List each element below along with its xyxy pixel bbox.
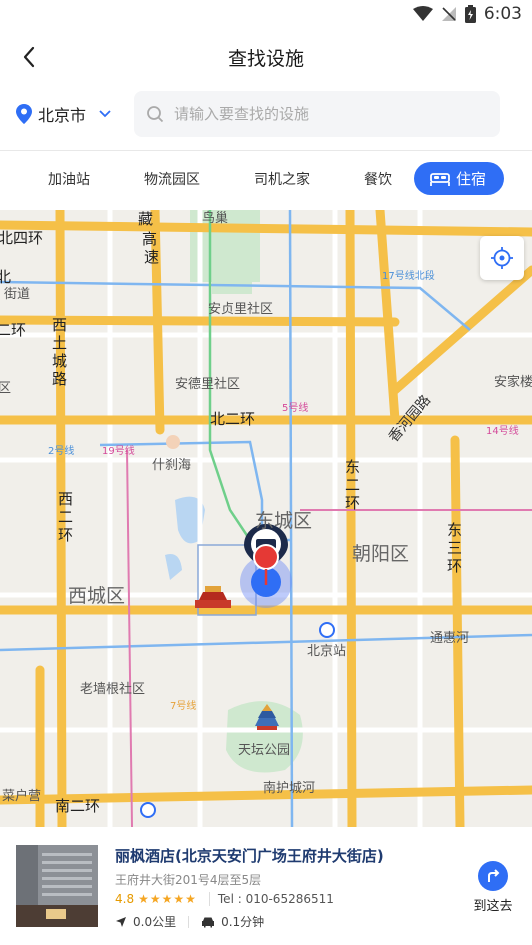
map-label-shichahai: 什刹海 (152, 458, 191, 473)
map-label-dongsanhuan-2: 三 (447, 539, 462, 557)
map-label-gao: 高 (142, 230, 157, 248)
map-label-anjiarou: 安家楼 (494, 374, 532, 390)
map-label-xitucheng-1: 西 (52, 316, 67, 334)
wifi-icon (412, 6, 433, 21)
lake (165, 554, 182, 580)
navigate-button[interactable]: 到这去 (470, 861, 516, 914)
map-label-dongsanhuan-3: 环 (447, 557, 462, 575)
locate-button[interactable] (480, 236, 524, 280)
map-label-dongerhuan-2: 二 (345, 476, 360, 494)
car-icon (202, 917, 215, 927)
poi-meta-row: 0.0公里 0.1分钟 (115, 913, 264, 930)
map-label-anzhenli: 安贞里社区 (208, 301, 273, 317)
map-label-line2: 2号线 (48, 444, 74, 457)
divider (188, 915, 190, 928)
poi-rating-row: 4.8 ★★★★★ Tel : 010-65286511 (115, 892, 334, 906)
map-label-qu-left: 区 (0, 381, 11, 396)
map-label-dongsanhuan-1: 东 (447, 521, 462, 539)
search-row: 北京市 (0, 88, 532, 144)
map-view[interactable]: 北四环 藏 高 速 鸟巢 街道 二环 西 土 城 路 区 安贞里社区 安德里社区… (0, 210, 532, 827)
poi-duration: 0.1分钟 (221, 915, 265, 929)
status-bar: 6:03 (0, 0, 532, 30)
map-label-tiantan: 天坛公园 (238, 743, 290, 758)
tab-logistics-park[interactable]: 物流园区 (144, 169, 200, 189)
page-title: 查找设施 (227, 48, 304, 70)
map-label-line19: 19号线 (102, 444, 135, 457)
hotel-photo (16, 845, 98, 927)
route-arrow-icon (478, 861, 508, 891)
star-rating-icon: ★★★★★ (138, 892, 197, 906)
map-label-xicheng: 西城区 (68, 585, 125, 607)
poi-phone[interactable]: Tel : 010-65286511 (208, 892, 334, 906)
tab-driver-home[interactable]: 司机之家 (254, 169, 310, 189)
subway-station-icon (319, 622, 335, 638)
poi-address: 王府井大街201号4层至5层 (115, 873, 262, 887)
map-label-nanhucheng: 南护城河 (263, 780, 315, 796)
header: 查找设施 (0, 30, 532, 86)
rating-value: 4.8 (115, 892, 135, 906)
tab-lodging[interactable]: 住宿 (414, 162, 505, 195)
map-label-jiedao: 街道 (4, 287, 30, 302)
location-pin-icon (16, 104, 32, 124)
city-label: 北京市 (38, 106, 87, 125)
map-label-xitucheng-4: 路 (52, 370, 67, 388)
map-label-laoqianggen: 老墙根社区 (80, 681, 145, 697)
map-label-beijingzhan: 北京站 (307, 644, 346, 659)
map-label-xierhuan-2: 二 (58, 508, 73, 526)
map-label-nanerhuan: 南二环 (55, 797, 100, 815)
map-label-dongerhuan-1: 东 (345, 458, 360, 476)
map-label-andeli: 安德里社区 (175, 376, 240, 392)
map-label-caihuying: 菜户营 (2, 788, 41, 804)
status-icons: 6:03 (412, 4, 522, 24)
poi-distance: 0.0公里 (133, 915, 177, 929)
map-label-cang: 藏 (138, 210, 153, 228)
map-label-beisihuan: 北四环 (0, 229, 43, 247)
tab-lodging-label: 住宿 (456, 170, 487, 188)
chevron-down-icon (99, 110, 111, 118)
status-time: 6:03 (483, 4, 522, 24)
map-label-xierhuan-1: 西 (58, 490, 73, 508)
map-label-line17: 17号线北段 (382, 269, 435, 282)
map-label-xierhuan-3: 环 (58, 526, 73, 544)
no-signal-icon (441, 7, 456, 21)
category-tabs: 加油站 物流园区 司机之家 餐饮 住宿 (0, 151, 532, 209)
subway-station-icon (140, 802, 156, 818)
map-label-chaoyang: 朝阳区 (352, 543, 409, 565)
map-label-niaochao: 鸟巢 (202, 210, 228, 226)
map-label-beierhuan: 北二环 (210, 410, 255, 428)
map-label-dongerhuan-3: 环 (345, 494, 360, 512)
map-label-tonghuihe: 通惠河 (430, 631, 469, 646)
city-selector[interactable]: 北京市 (16, 102, 112, 126)
map-label-north-left: 北 (0, 268, 11, 286)
poi-card[interactable]: 丽枫酒店(北京天安门广场王府井大街店) 王府井大街201号4层至5层 4.8 ★… (0, 827, 532, 945)
map-label-line5: 5号线 (282, 401, 308, 414)
bed-icon (430, 172, 450, 186)
search-icon (147, 106, 164, 123)
map-label-su: 速 (144, 248, 159, 266)
map-canvas: 北四环 藏 高 速 鸟巢 街道 二环 西 土 城 路 区 安贞里社区 安德里社区… (0, 210, 532, 827)
tab-gas-station[interactable]: 加油站 (48, 169, 90, 189)
search-input[interactable] (172, 104, 476, 124)
map-label-line7: 7号线 (170, 699, 196, 712)
crosshair-icon (491, 247, 513, 269)
map-label-erhuan-left: 二环 (0, 321, 26, 339)
map-label-xitucheng-2: 土 (52, 334, 67, 352)
search-box[interactable] (134, 91, 500, 137)
battery-icon (464, 5, 476, 23)
navigate-label: 到这去 (473, 899, 513, 914)
poi-name: 丽枫酒店(北京天安门广场王府井大街店) (115, 847, 384, 865)
map-label-dongcheng: 东城区 (255, 510, 312, 532)
shichahai-icon (166, 435, 180, 449)
map-label-xitucheng-3: 城 (52, 352, 67, 370)
map-label-line14: 14号线 (486, 424, 519, 437)
tab-dining[interactable]: 餐饮 (364, 169, 392, 189)
navigation-arrow-icon (116, 916, 126, 927)
